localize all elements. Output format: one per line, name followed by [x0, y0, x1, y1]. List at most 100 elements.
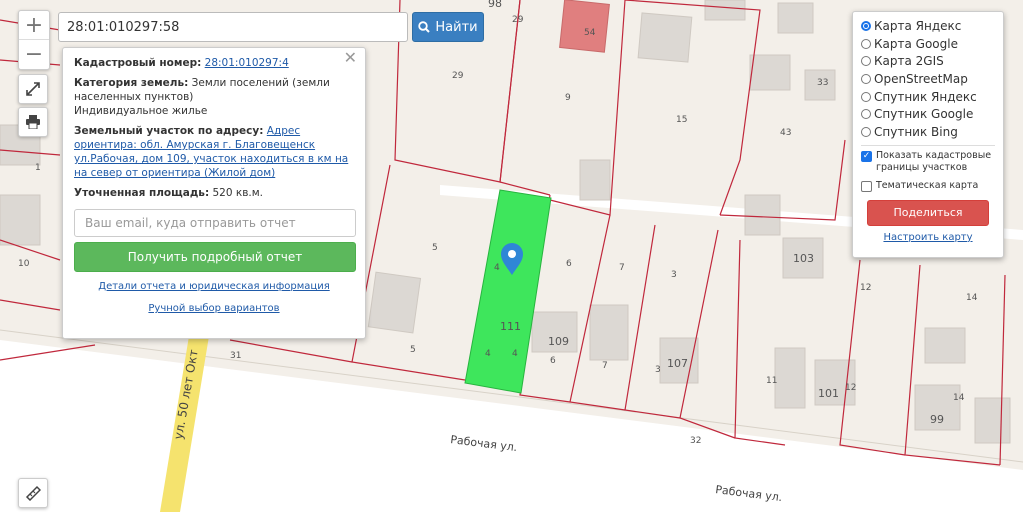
layer-option-label: Спутник Яндекс: [874, 89, 977, 104]
parcel-number: 3: [671, 270, 677, 280]
search-input[interactable]: [58, 12, 408, 42]
report-details-link[interactable]: Детали отчета и юридическая информация: [98, 281, 329, 292]
layer-option[interactable]: Спутник Яндекс: [861, 88, 995, 106]
building: [749, 54, 791, 91]
parcel-number: 6: [550, 356, 556, 366]
house-number: 98: [488, 0, 502, 10]
layer-option-label: Карта Google: [874, 36, 958, 51]
show-borders-label: Показать кадастровые границы участков: [876, 149, 992, 173]
house-number: 32: [690, 436, 701, 446]
parcel-number: 12: [845, 383, 856, 393]
show-borders-checkbox[interactable]: ✓: [861, 150, 872, 162]
layer-radio[interactable]: [861, 91, 871, 102]
parcel-number: 4: [494, 263, 500, 273]
parcel-number: 15: [676, 115, 687, 125]
parcel-number: 33: [817, 78, 828, 88]
parcel-number: 10: [18, 259, 30, 269]
expand-icon: [26, 82, 40, 96]
close-icon[interactable]: ✕: [344, 50, 357, 66]
layer-radio[interactable]: [861, 20, 871, 31]
building: [924, 327, 966, 364]
layer-switcher-panel: Карта Яндекс Карта Google Карта 2GIS OpenSt…: [852, 11, 1004, 258]
layer-option[interactable]: Карта 2GIS: [861, 52, 995, 70]
thematic-checkbox[interactable]: [861, 180, 872, 192]
category-row: Категория земель: Земли поселений (земли…: [74, 76, 354, 118]
house-number: 31: [230, 351, 241, 361]
ruler-icon: [25, 485, 41, 501]
zoom-out-button[interactable]: −: [19, 40, 49, 68]
layer-radio[interactable]: [861, 109, 871, 120]
area-value: 520 кв.м.: [212, 187, 264, 199]
parcel-number: 6: [566, 259, 572, 269]
building: [589, 304, 629, 361]
layer-options: Карта Яндекс Карта Google Карта 2GIS OpenSt…: [861, 17, 995, 141]
email-field[interactable]: [74, 209, 356, 237]
zoom-in-button[interactable]: +: [19, 11, 49, 40]
building: [777, 2, 814, 34]
show-borders-option[interactable]: ✓ Показать кадастровые границы участков: [861, 150, 995, 174]
layer-option-label: OpenStreetMap: [874, 71, 968, 86]
parcel-number: 14: [953, 393, 965, 403]
building: [774, 347, 806, 409]
share-link-button[interactable]: Поделиться ссылкой: [867, 199, 989, 243]
search-button[interactable]: Найти: [412, 12, 484, 42]
search-icon: [418, 21, 431, 33]
parcel-number: 5: [410, 345, 416, 355]
zoom-control: + −: [18, 10, 50, 70]
parcel-number: 1: [35, 163, 41, 173]
setup-map-link[interactable]: Настроить карту: [883, 232, 972, 243]
printer-icon: [26, 115, 40, 129]
address-row: Земельный участок по адресу: Адрес ориен…: [74, 124, 354, 180]
parcel-number: 4: [512, 349, 518, 359]
parcel-number: 4: [485, 349, 491, 359]
parcel-number: 9: [565, 93, 571, 103]
building: [704, 0, 746, 21]
building: [579, 159, 611, 201]
cadastral-row: Кадастровый номер: 28:01:010297:4: [74, 56, 354, 70]
thematic-option[interactable]: Тематическая карта: [861, 180, 995, 192]
thematic-label: Тематическая карта: [876, 179, 979, 191]
building: [367, 271, 422, 334]
layer-radio[interactable]: [861, 56, 871, 67]
divider: [861, 144, 995, 146]
layer-option-label: Спутник Google: [874, 107, 974, 122]
category-label: Категория земель:: [74, 77, 189, 89]
cadastral-link[interactable]: 28:01:010297:4: [205, 57, 289, 69]
house-number: 99: [930, 413, 944, 426]
layer-option[interactable]: Карта Google: [861, 35, 995, 53]
layer-radio[interactable]: [861, 126, 871, 137]
house-number: 107: [667, 357, 688, 370]
fullscreen-button[interactable]: [18, 74, 48, 104]
layer-option-label: Карта Яндекс: [874, 18, 962, 33]
parcel-number: 14: [966, 293, 978, 303]
layer-option[interactable]: Спутник Bing: [861, 123, 995, 141]
parcel-number: 29: [512, 15, 524, 25]
layer-option[interactable]: Карта Яндекс: [861, 17, 995, 35]
house-number: 109: [548, 335, 569, 348]
layer-option[interactable]: OpenStreetMap: [861, 70, 995, 88]
parcel-number: 29: [452, 71, 464, 81]
parcel-info-popup: ✕ Кадастровый номер: 28:01:010297:4 Кате…: [62, 47, 366, 339]
parcel-number: 43: [780, 128, 791, 138]
get-report-button[interactable]: Получить подробный отчет: [74, 242, 356, 272]
house-number: 101: [818, 387, 839, 400]
layer-option-label: Карта 2GIS: [874, 54, 944, 69]
parcel-number: 7: [602, 361, 608, 371]
layer-option[interactable]: Спутник Google: [861, 105, 995, 123]
building: [0, 194, 41, 246]
search-button-label: Найти: [435, 19, 478, 35]
selected-parcel[interactable]: [464, 189, 552, 394]
layer-option-label: Спутник Bing: [874, 124, 958, 139]
house-number: 103: [793, 252, 814, 265]
manual-select-link[interactable]: Ручной выбор вариантов: [148, 303, 279, 314]
ruler-button[interactable]: [18, 478, 48, 508]
building-pink: [559, 0, 610, 53]
parcel-number: 12: [860, 283, 871, 293]
print-button[interactable]: [18, 107, 48, 137]
address-label: Земельный участок по адресу:: [74, 125, 264, 137]
building: [744, 194, 781, 236]
house-number: 111: [500, 320, 521, 333]
layer-radio[interactable]: [861, 73, 871, 84]
area-label: Уточненная площадь:: [74, 187, 210, 199]
layer-radio[interactable]: [861, 38, 871, 49]
